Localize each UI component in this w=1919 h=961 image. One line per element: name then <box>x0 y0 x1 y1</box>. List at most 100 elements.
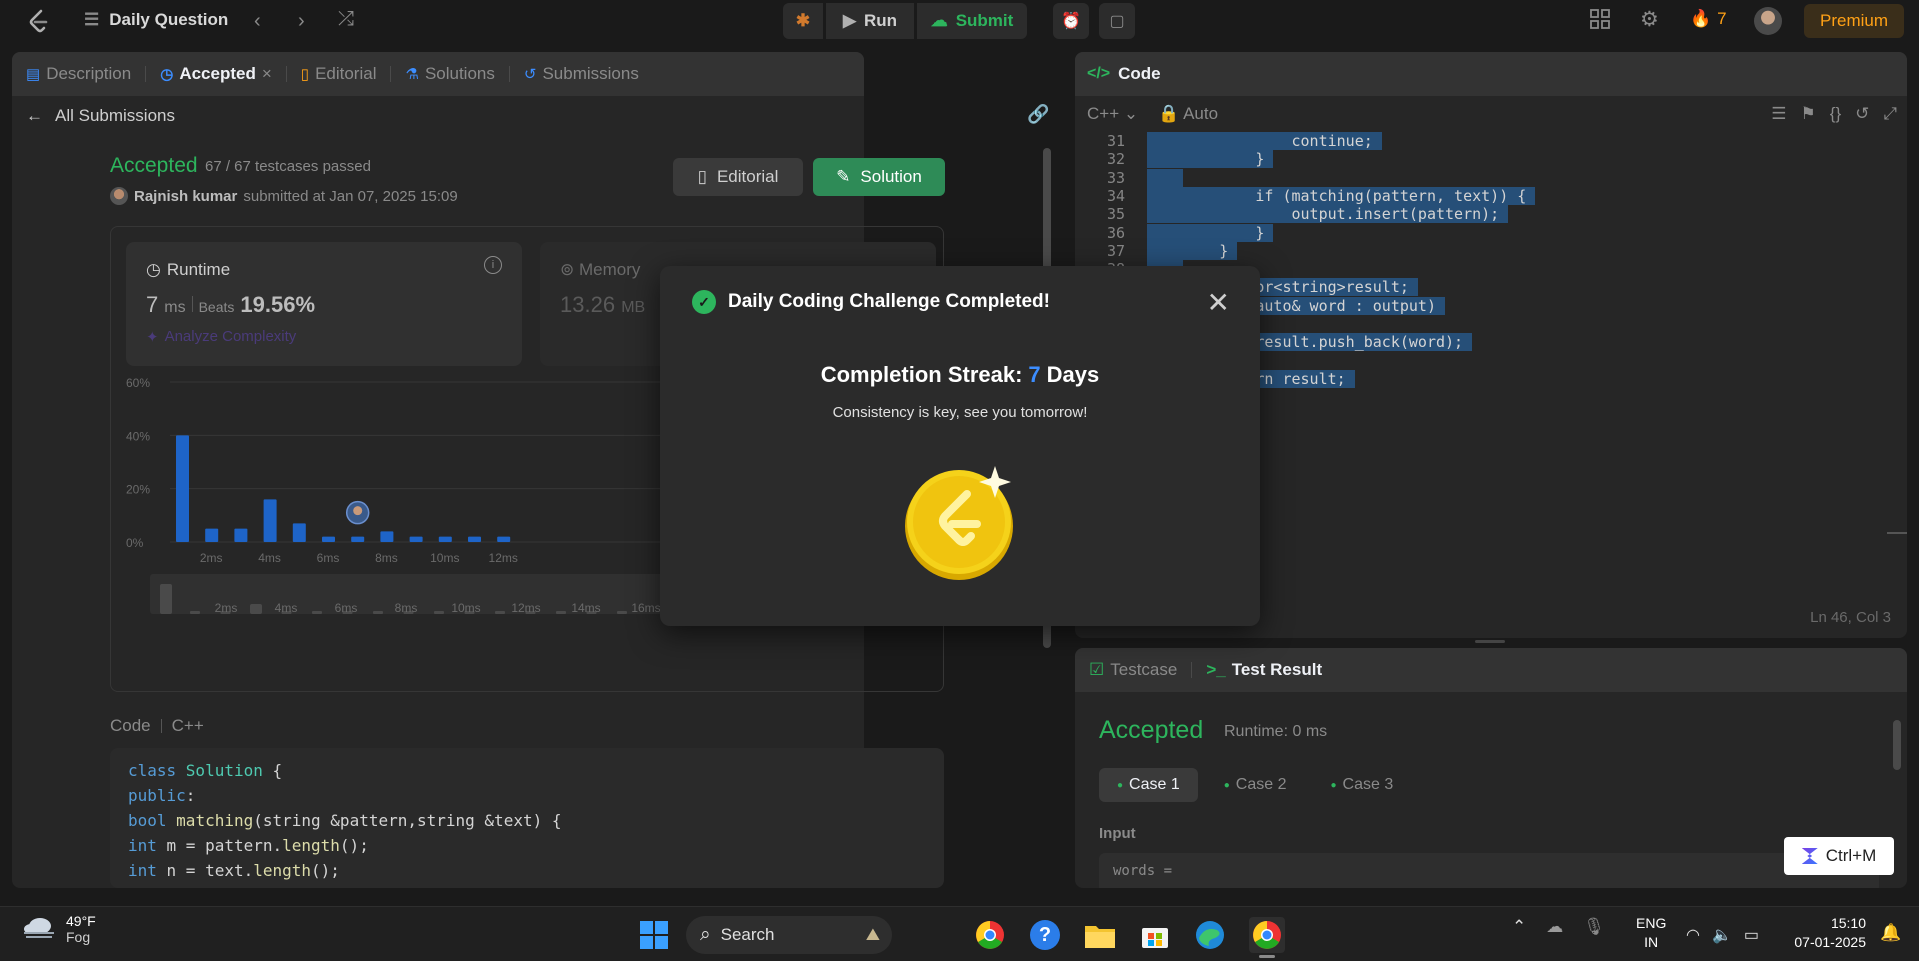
submit-button[interactable]: ☁ Submit <box>917 3 1027 39</box>
search-icon: ⌕ <box>700 924 711 945</box>
cloud-upload-icon: ☁ <box>930 11 948 30</box>
runtime-title: ◷ Runtime <box>146 260 230 280</box>
ctrl-m-shortcut-button[interactable]: Ctrl+M <box>1784 837 1894 875</box>
premium-button[interactable]: Premium <box>1804 4 1904 38</box>
help-icon[interactable]: ? <box>1029 919 1061 951</box>
tab-solutions[interactable]: ⚗ Solutions <box>405 64 494 84</box>
avatar[interactable] <box>1754 7 1782 35</box>
gear-icon[interactable]: ⚙ <box>1640 7 1659 32</box>
chevron-left-icon[interactable]: ‹ <box>254 10 261 33</box>
tab-testcase[interactable]: ☑ Testcase <box>1089 660 1177 680</box>
tab-case-2[interactable]: ● Case 2 <box>1206 768 1305 802</box>
overview-x-tick-label: 16ms <box>631 601 660 615</box>
layout-icon[interactable] <box>1590 9 1610 29</box>
daily-question-label: Daily Question <box>109 10 229 29</box>
notification-bell-icon[interactable]: 🔔 <box>1880 923 1901 943</box>
chevron-right-icon[interactable]: › <box>298 10 305 33</box>
clock[interactable]: 15:10 07-01-2025 <box>1786 914 1866 952</box>
microphone-icon[interactable]: 🎙 <box>1583 917 1605 937</box>
tab-description[interactable]: ▤ Description <box>26 64 131 84</box>
input-value: words = <box>1099 853 1879 888</box>
temperature: 49°F <box>66 913 96 929</box>
chart-bar <box>380 531 394 542</box>
reset-icon[interactable]: ↺ <box>1855 104 1869 124</box>
analyze-complexity-link[interactable]: ✦ Analyze Complexity <box>146 328 296 346</box>
shuffle-icon[interactable]: ⤮ <box>338 8 354 31</box>
run-button[interactable]: ▶ Run <box>826 3 914 39</box>
time: 15:10 <box>1830 915 1866 931</box>
code-line: int m = pattern.length(); <box>128 836 369 855</box>
selected-text: continue; <box>1147 132 1382 150</box>
tab-label: Editorial <box>315 64 377 83</box>
tray-status-icons[interactable]: ◠ 🔈 ▭ <box>1686 925 1759 945</box>
cloud-off-icon[interactable]: ☁ <box>1546 917 1563 937</box>
y-tick-label: 20% <box>126 483 150 497</box>
timer-button[interactable]: ⏰ <box>1053 3 1089 39</box>
analyze-label: Analyze Complexity <box>164 328 297 345</box>
close-icon[interactable]: ✕ <box>1207 286 1230 319</box>
resize-handle[interactable] <box>1475 640 1505 643</box>
submitted-code: class Solution { public: bool matching(s… <box>110 748 944 888</box>
language-value[interactable]: C++ ⌄ <box>1087 104 1138 124</box>
expand-icon[interactable]: ⤢ <box>1883 104 1897 124</box>
runtime-number: 7 <box>146 292 159 317</box>
lock-icon: 🔒 <box>1158 104 1180 123</box>
solution-label: Solution <box>860 167 922 186</box>
chart-bar <box>438 536 452 542</box>
chrome-active-icon[interactable] <box>1249 917 1285 953</box>
tab-accepted[interactable]: ◷ Accepted × <box>160 64 272 84</box>
ms-store-icon[interactable] <box>1139 919 1171 951</box>
x-tick-label: 6ms <box>317 551 340 565</box>
notes-button[interactable]: ▢ <box>1099 3 1135 39</box>
close-icon[interactable]: × <box>262 64 272 84</box>
file-explorer-icon[interactable] <box>1084 919 1116 951</box>
language-selector[interactable]: C++ ⌄ 🔒 Auto <box>1087 104 1218 124</box>
username[interactable]: Rajnish kumar <box>134 188 237 205</box>
language-indicator[interactable]: ENG IN <box>1636 914 1666 952</box>
selected-text: } <box>1147 223 1274 242</box>
chevron-up-icon[interactable]: ⌃ <box>1512 917 1526 937</box>
chip-icon: ⊚ <box>560 260 575 279</box>
scroll-thumb[interactable] <box>1893 720 1901 770</box>
edge-icon[interactable] <box>1194 919 1226 951</box>
runtime-card[interactable]: ◷ Runtime i 7 ms Beats 19.56% ✦ Analyze Co… <box>126 242 522 366</box>
chart-bar <box>205 528 219 542</box>
battery-icon: ▭ <box>1743 927 1760 944</box>
braces-icon[interactable]: {} <box>1830 104 1841 124</box>
all-submissions-link[interactable]: ← All Submissions <box>26 106 175 126</box>
play-icon: ▶ <box>842 11 857 30</box>
tab-case-1[interactable]: ● Case 1 <box>1099 768 1198 802</box>
tab-test-result[interactable]: >_ Test Result <box>1206 660 1322 680</box>
test-tab-bar: ☑ Testcase >_ Test Result <box>1075 648 1907 692</box>
taskbar-search[interactable]: ⌕ Search ⛰ <box>686 916 892 954</box>
dot-icon: ● <box>1117 779 1124 791</box>
chart-bar <box>351 536 365 542</box>
solution-button[interactable]: ✎ Solution <box>813 158 945 196</box>
format-icon[interactable]: ☰ <box>1771 104 1786 124</box>
leetcode-logo-icon[interactable] <box>24 7 52 35</box>
weather-widget[interactable]: 49°F Fog <box>22 913 96 945</box>
tab-editorial[interactable]: ▯ Editorial <box>301 64 377 84</box>
tab-submissions[interactable]: ↺ Submissions <box>524 64 639 84</box>
streak-counter[interactable]: 🔥 7 <box>1690 9 1727 29</box>
code-language: C++ <box>171 716 204 735</box>
info-icon[interactable]: i <box>484 256 502 274</box>
lang-code: ENG <box>1636 915 1667 931</box>
bookmark-icon[interactable]: ⚑ <box>1801 104 1816 124</box>
overview-x-tick-label: 4ms <box>275 601 298 615</box>
divider <box>191 296 193 312</box>
windows-start-icon[interactable] <box>640 921 668 949</box>
tab-label: Description <box>46 64 132 83</box>
editorial-button[interactable]: ▯ Editorial <box>673 158 803 196</box>
tab-case-3[interactable]: ● Case 3 <box>1313 768 1412 802</box>
debug-button[interactable]: ✱ <box>783 3 823 39</box>
case-label: Case 3 <box>1342 776 1394 793</box>
daily-question-link[interactable]: ☰ Daily Question <box>84 10 228 30</box>
code-header: Code C++ <box>110 716 204 736</box>
chrome-icon[interactable] <box>974 919 1006 951</box>
auto-mode[interactable]: 🔒 Auto <box>1158 104 1218 124</box>
overview-x-tick-label: 10ms <box>451 601 480 615</box>
chart-bar <box>409 536 423 542</box>
code-line: public: <box>128 786 196 805</box>
case-tabs: ● Case 1 ● Case 2 ● Case 3 <box>1099 768 1411 802</box>
